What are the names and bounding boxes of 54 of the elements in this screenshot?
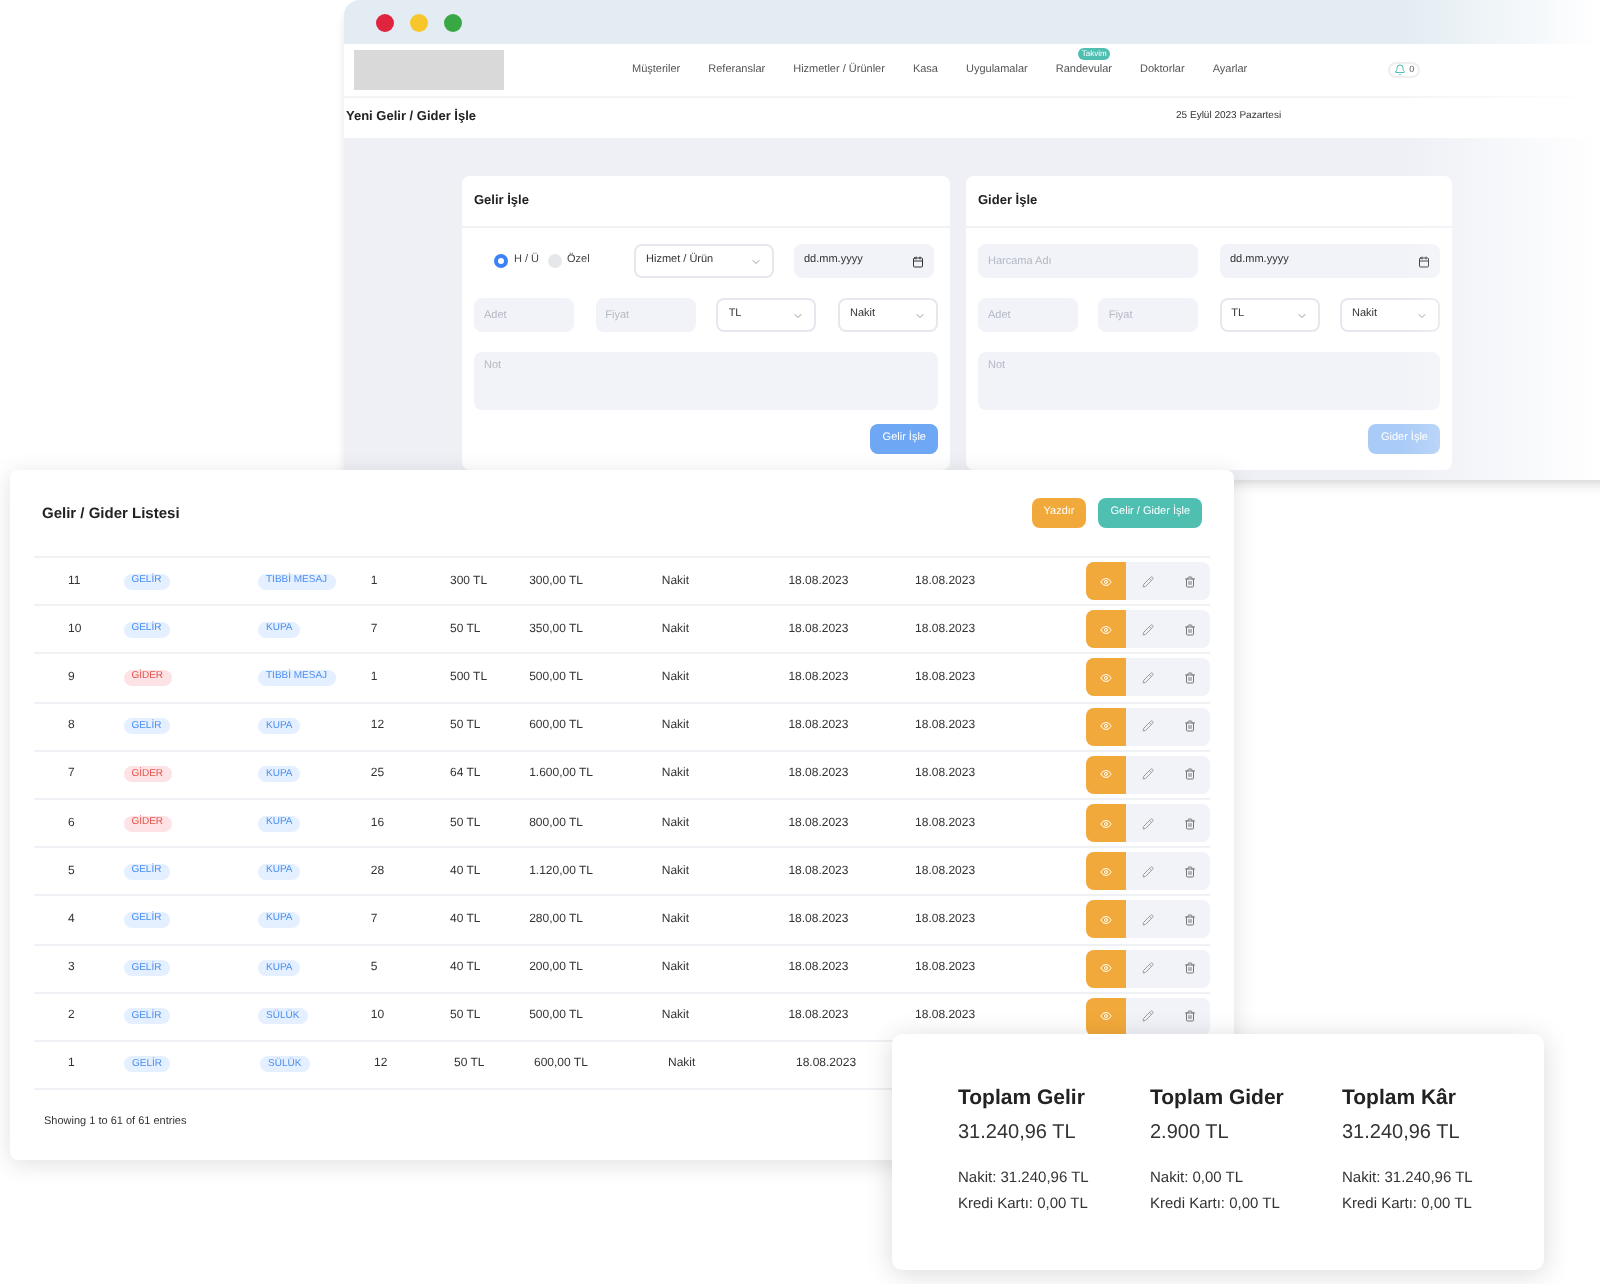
chevron-icon [792,309,805,321]
view-button[interactable] [1085,658,1127,697]
eye-icon [1100,817,1113,830]
chevron-icon [750,255,762,267]
eye-icon [1100,913,1113,926]
trash-icon [1183,768,1196,781]
pencil-icon [1141,913,1154,926]
pencil-icon [1141,768,1154,781]
calendar-icon [912,255,924,267]
trash-icon [1183,575,1196,588]
eye-icon [1100,671,1113,684]
view-button[interactable] [1085,610,1127,649]
view-button[interactable] [1085,852,1127,891]
bell-icon [1393,64,1406,76]
eye-icon [1100,962,1113,975]
trash-icon [1183,817,1196,830]
eye-icon [1100,575,1113,588]
trash-icon [1183,623,1196,636]
chevron-icon [1415,309,1428,321]
eye-icon [1100,720,1113,733]
total-title: Toplam Gider [1150,1084,1286,1114]
total-title: Toplam Kâr [1342,1084,1458,1114]
trash-icon [1183,1010,1196,1023]
calendar-icon [1418,255,1430,267]
total-title: Toplam Gelir [958,1084,1087,1114]
eye-icon [1100,1010,1113,1023]
total-amount: 31.240,96 TL [958,1119,1078,1148]
trash-icon [1183,865,1196,878]
view-button[interactable] [1085,804,1127,843]
eye-icon [1100,865,1113,878]
eye-icon [1100,623,1113,636]
view-button[interactable] [1085,900,1127,939]
pencil-icon [1141,671,1154,684]
pencil-icon [1141,817,1154,830]
pencil-icon [1141,720,1154,733]
chevron-icon [1295,309,1308,321]
view-button[interactable] [1085,562,1127,601]
eye-icon [1100,768,1113,781]
total-amount: 2.900 TL [1150,1119,1231,1148]
view-button[interactable] [1085,997,1127,1036]
chevron-icon [913,309,926,321]
trash-icon [1183,913,1196,926]
pencil-icon [1141,865,1154,878]
pencil-icon [1141,1010,1154,1023]
view-button[interactable] [1085,755,1127,794]
trash-icon [1183,720,1196,733]
pencil-icon [1141,962,1154,975]
pencil-icon [1141,575,1154,588]
trash-icon [1183,671,1196,684]
total-amount: 31.240,96 TL [1342,1119,1462,1148]
pencil-icon [1141,623,1154,636]
trash-icon [1183,962,1196,975]
view-button[interactable] [1085,949,1127,988]
view-button[interactable] [1085,707,1127,746]
